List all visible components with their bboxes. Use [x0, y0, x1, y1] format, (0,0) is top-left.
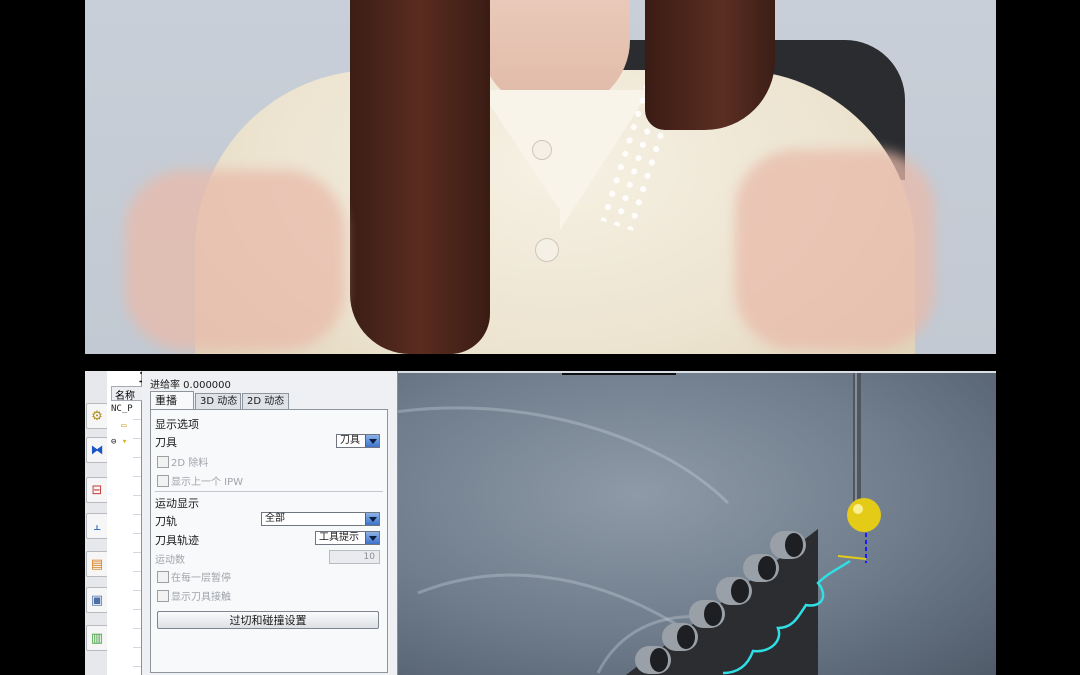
shirt-button [535, 238, 559, 262]
tool-shank-highlight [855, 373, 857, 503]
books-icon[interactable]: ▥ [86, 625, 108, 651]
tool-track-label: 刀具轨迹 [155, 534, 199, 547]
tool-track-select[interactable]: 工具提示 [315, 531, 380, 545]
chevron-down-icon[interactable] [365, 513, 379, 525]
gouge-collision-settings-button[interactable]: 过切和碰撞设置 [157, 611, 379, 629]
motion-count-input[interactable]: 10 [329, 550, 380, 564]
bowtie-icon[interactable]: ⧓ [86, 437, 108, 463]
graphics-viewport[interactable] [398, 373, 996, 675]
tab-2d-dynamic[interactable]: 2D 动态 [242, 393, 289, 409]
chevron-down-icon[interactable] [365, 532, 379, 544]
hand-right [735, 150, 935, 350]
tab-3d-dynamic[interactable]: 3D 动态 [195, 393, 241, 409]
shirt-button [532, 140, 552, 160]
show-tool-contact-label: 显示刀具接触 [171, 592, 231, 603]
folder-icon[interactable]: ▭ [121, 421, 126, 431]
section-divider [155, 491, 383, 492]
tree-row-lines [133, 401, 141, 675]
cube-stack-icon[interactable]: ▣ [86, 587, 108, 613]
show-prev-ipw-checkbox[interactable] [157, 475, 169, 487]
chevron-down-icon[interactable] [365, 435, 379, 447]
expand-icon[interactable]: ⊖ ▾ [111, 437, 127, 447]
layers-icon[interactable]: ▤ [86, 551, 108, 577]
show-tool-contact-checkbox[interactable] [157, 590, 169, 602]
hand-left [125, 170, 345, 350]
viewport-top-border [562, 373, 676, 375]
tool-display-select[interactable]: 刀具 [336, 434, 380, 448]
resource-bar: ⚙ ⧓ ⊟ ⫠ ▤ ▣ ▥ [85, 371, 108, 675]
tool-highlight [853, 504, 863, 514]
toolpath-value: 全部 [265, 513, 285, 524]
tool-display-value: 刀具 [340, 435, 360, 446]
tool-label: 刀具 [155, 436, 177, 449]
webcam-video [85, 0, 996, 354]
feed-rate-readout: 进给率 0.000000 [150, 380, 231, 391]
toolpath-select[interactable]: 全部 [261, 512, 380, 526]
display-options-heading: 显示选项 [155, 418, 199, 431]
operation-navigator: 工 名称 NC_PI ▭ ⊖ ▾ [107, 371, 152, 675]
cad-application: ⚙ ⧓ ⊟ ⫠ ▤ ▣ ▥ 工 名称 NC_PI ▭ ⊖ ▾ 进给率 0.000… [85, 371, 996, 675]
replay-panel: 显示选项 刀具 刀具 2D 除料 显示上一个 IPW 运动显示 刀轨 全部 刀具… [150, 409, 388, 673]
motion-display-heading: 运动显示 [155, 497, 199, 510]
toolpath-visualization-dialog: 进给率 0.000000 重播 3D 动态 2D 动态 显示选项 刀具 刀具 2… [142, 371, 398, 675]
tool-holder-icon[interactable]: ⊟ [86, 477, 108, 503]
tool-contact-marker [837, 555, 867, 560]
viewport-scene [398, 373, 881, 675]
show-prev-ipw-label: 显示上一个 IPW [171, 477, 244, 488]
ball-nose-tool-icon [847, 498, 881, 532]
pause-each-layer-label: 在每一层暂停 [171, 573, 231, 584]
drill-icon[interactable]: ⫠ [86, 513, 108, 539]
tab-replay[interactable]: 重播 [150, 391, 194, 409]
toolpath-label: 刀轨 [155, 515, 177, 528]
pause-each-layer-checkbox[interactable] [157, 571, 169, 583]
axis-gear-icon[interactable]: ⚙ [86, 403, 108, 429]
2d-material-checkbox[interactable] [157, 456, 169, 468]
motion-count-label: 运动数 [155, 555, 185, 566]
2d-material-label: 2D 除料 [171, 458, 209, 469]
tool-track-value: 工具提示 [319, 532, 359, 543]
hair-left [350, 0, 490, 354]
